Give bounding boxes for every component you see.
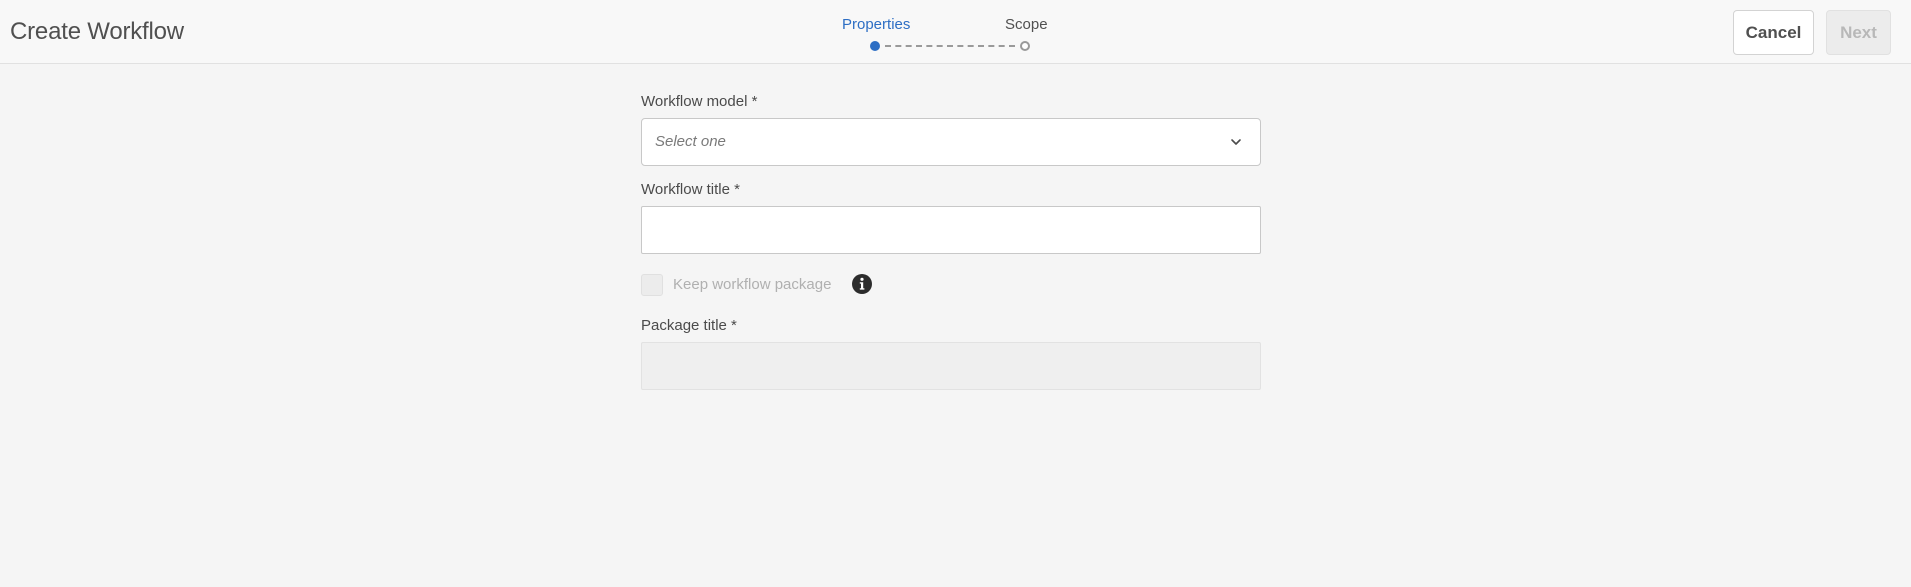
workflow-model-placeholder: Select one — [655, 133, 726, 150]
chevron-down-icon — [1231, 139, 1241, 145]
step-scope-indicator — [1020, 41, 1030, 51]
step-connector — [885, 45, 1015, 47]
keep-package-label: Keep workflow package — [673, 276, 832, 293]
page-title: Create Workflow — [10, 18, 184, 45]
package-title-input — [641, 342, 1261, 390]
step-properties-label[interactable]: Properties — [842, 16, 910, 33]
step-properties-indicator — [870, 41, 880, 51]
workflow-title-input[interactable] — [641, 206, 1261, 254]
next-button[interactable]: Next — [1826, 10, 1891, 55]
workflow-title-label: Workflow title * — [641, 181, 740, 198]
wizard-steps: Properties Scope — [830, 14, 1070, 54]
info-icon[interactable] — [851, 273, 873, 295]
step-scope-label[interactable]: Scope — [1005, 16, 1048, 33]
keep-package-checkbox[interactable] — [641, 274, 663, 296]
package-title-label: Package title * — [641, 317, 737, 334]
workflow-model-select[interactable]: Select one — [641, 118, 1261, 166]
workflow-model-label: Workflow model * — [641, 93, 758, 110]
header-bar: Create Workflow Properties Scope Cancel … — [0, 0, 1911, 64]
cancel-button[interactable]: Cancel — [1733, 10, 1814, 55]
